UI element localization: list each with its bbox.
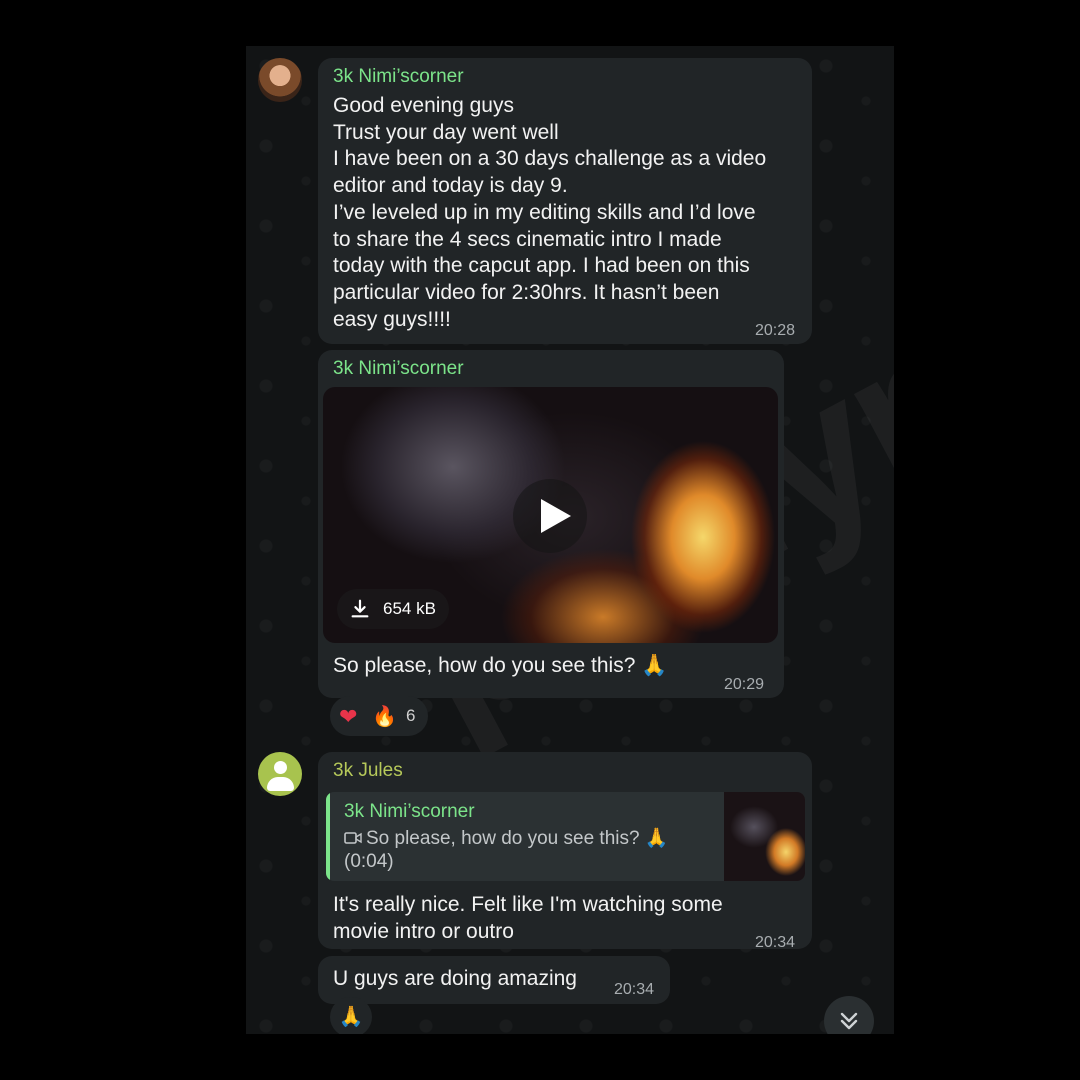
scroll-down-button[interactable] xyxy=(824,996,874,1034)
download-button[interactable]: 654 kB xyxy=(337,589,449,629)
avatar[interactable] xyxy=(258,752,302,796)
video-thumbnail[interactable]: 654 kB xyxy=(323,387,778,643)
reply-caption: So please, how do you see this? 🙏 xyxy=(366,828,669,849)
reply-text: So please, how do you see this? 🙏 (0:04) xyxy=(344,827,669,873)
avatar[interactable] xyxy=(258,58,302,102)
message-time: 20:34 xyxy=(614,981,655,998)
download-icon xyxy=(351,599,369,618)
message-time: 20:29 xyxy=(724,676,765,693)
reaction-count: 6 xyxy=(406,706,416,725)
video-caption: So please, how do you see this? 🙏 xyxy=(333,654,668,677)
play-icon[interactable] xyxy=(513,479,587,553)
message-time: 20:28 xyxy=(755,322,796,339)
reactions-bar[interactable]: ❤ 🔥 6 xyxy=(330,696,428,736)
video-icon xyxy=(344,832,362,844)
message-bubble[interactable]: 3k Jules 3k Nimi’scorner So please, how … xyxy=(318,752,812,951)
message-time: 20:34 xyxy=(755,934,796,951)
reply-duration: (0:04) xyxy=(344,851,394,872)
message-bubble[interactable]: 3k Nimi’scorner Good evening guys Trust … xyxy=(318,58,812,344)
reply-thumbnail xyxy=(724,792,805,881)
sender-name[interactable]: 3k Nimi’scorner xyxy=(333,358,464,380)
pray-reaction-icon[interactable]: 🙏 xyxy=(330,997,372,1034)
user-placeholder-icon xyxy=(274,761,287,774)
chevron-double-down-icon xyxy=(840,1012,858,1030)
message-bubble[interactable]: U guys are doing amazing 20:34 xyxy=(318,956,670,1004)
heart-reaction-icon[interactable]: ❤ xyxy=(339,704,357,730)
reply-preview[interactable]: 3k Nimi’scorner So please, how do you se… xyxy=(326,792,805,881)
sender-name[interactable]: 3k Nimi’scorner xyxy=(333,66,464,88)
message-text: U guys are doing amazing xyxy=(333,967,577,990)
message-text: Good evening guys Trust your day went we… xyxy=(333,94,767,331)
reply-accent-bar xyxy=(326,792,330,881)
reply-sender: 3k Nimi’scorner xyxy=(344,801,475,822)
file-size: 654 kB xyxy=(383,599,436,618)
sender-name[interactable]: 3k Jules xyxy=(333,760,403,782)
fire-reaction-icon[interactable]: 🔥 xyxy=(372,704,397,729)
message-text: It's really nice. Felt like I'm watching… xyxy=(333,893,723,943)
chat-view[interactable]: phillymona 3k Nimi’scorner Good evening … xyxy=(246,46,894,1034)
